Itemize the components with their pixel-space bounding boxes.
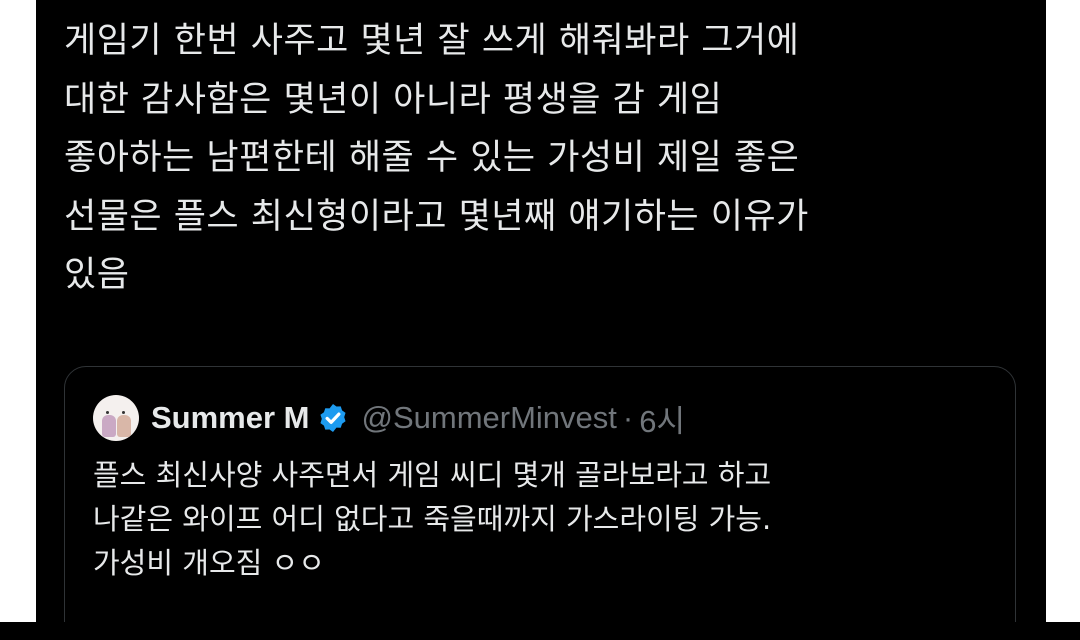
timestamp[interactable]: 6시 xyxy=(639,396,685,441)
tweet-text-line: 대한 감사함은 몇년이 아니라 평생을 감 게임 xyxy=(64,79,723,120)
tweet-text: 게임기 한번 사주고 몇년 잘 쓰게 해줘봐라 그거에 대한 감사함은 몇년이 … xyxy=(64,12,1024,305)
display-name[interactable]: Summer M xyxy=(151,400,309,436)
quoted-tweet-header: Summer M @SummerMinvest · 6시 xyxy=(93,393,685,443)
bottom-bar xyxy=(0,622,1080,640)
avatar-eye xyxy=(122,411,125,414)
quoted-tweet-text: 플스 최신사양 사주면서 게임 씨디 몇개 골라보라고 하고 나같은 와이프 어… xyxy=(93,453,993,585)
quoted-tweet-line: 플스 최신사양 사주면서 게임 씨디 몇개 골라보라고 하고 xyxy=(93,458,772,492)
separator-dot: · xyxy=(622,400,634,435)
handle[interactable]: @SummerMinvest xyxy=(361,400,616,436)
avatar[interactable] xyxy=(93,395,139,441)
avatar-eye xyxy=(106,411,109,414)
screenshot-frame: 게임기 한번 사주고 몇년 잘 쓰게 해줘봐라 그거에 대한 감사함은 몇년이 … xyxy=(0,0,1080,640)
quoted-tweet-card[interactable]: Summer M @SummerMinvest · 6시 플스 최신사양 사주면… xyxy=(64,366,1016,622)
verified-badge-icon xyxy=(320,404,347,432)
tweet-text-line: 선물은 플스 최신형이라고 몇년째 얘기하는 이유가 xyxy=(64,196,809,237)
quoted-tweet-line: 가성비 개오짐 ㅇㅇ xyxy=(93,546,325,580)
tweet-text-line: 좋아하는 남편한테 해줄 수 있는 가성비 제일 좋은 xyxy=(64,138,800,178)
tweet-view: 게임기 한번 사주고 몇년 잘 쓰게 해줘봐라 그거에 대한 감사함은 몇년이 … xyxy=(36,0,1046,622)
tweet-text-line: 게임기 한번 사주고 몇년 잘 쓰게 해줘봐라 그거에 xyxy=(64,21,800,61)
tweet-text-line: 있음 xyxy=(64,255,130,295)
avatar-figure-right xyxy=(117,415,131,437)
avatar-figure-left xyxy=(102,415,116,437)
quoted-tweet-line: 나같은 와이프 어디 없다고 죽을때까지 가스라이팅 가능. xyxy=(93,502,772,536)
